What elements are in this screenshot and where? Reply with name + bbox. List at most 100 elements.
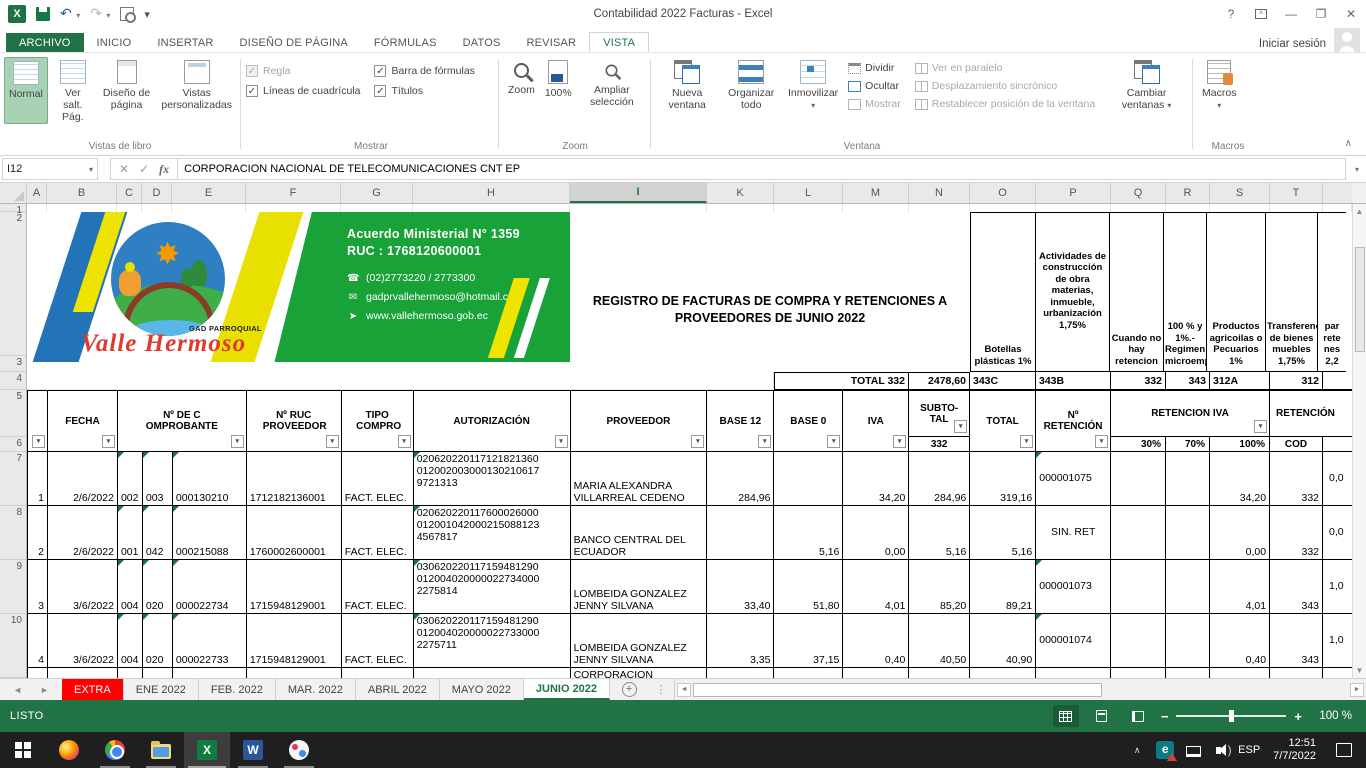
- header-base0[interactable]: BASE 0: [774, 391, 843, 452]
- subheader-cod[interactable]: COD: [1270, 437, 1323, 452]
- scroll-left-icon[interactable]: ◄: [677, 683, 691, 697]
- cell-fecha[interactable]: 2/6/2022: [48, 452, 118, 506]
- redo-button[interactable]: ↷ ▾: [90, 5, 110, 23]
- total-343c-cell[interactable]: 343C: [970, 372, 1036, 390]
- header-subtotal[interactable]: SUBTO-TAL: [909, 391, 970, 437]
- cell-total[interactable]: 89,21: [970, 560, 1036, 614]
- header-retencion[interactable]: RETENCIÓN: [1270, 391, 1352, 437]
- cell-ret30[interactable]: [1111, 614, 1166, 668]
- grid-row-1[interactable]: [27, 204, 1352, 212]
- scroll-up-icon[interactable]: ▲: [1356, 204, 1364, 219]
- row-header-4[interactable]: 4: [0, 372, 26, 390]
- page-layout-toggle[interactable]: [1089, 705, 1115, 727]
- row-header-8[interactable]: 8: [0, 506, 26, 560]
- header-autorizacion[interactable]: AUTORIZACIÓN: [414, 391, 571, 452]
- expand-formula-bar-icon[interactable]: ▾: [1348, 156, 1366, 182]
- cell-ret-partial[interactable]: 0,0: [1323, 452, 1352, 506]
- zoom-in-icon[interactable]: +: [1294, 709, 1302, 724]
- sheet-tab-abril[interactable]: ABRIL 2022: [356, 679, 440, 700]
- filter-icon[interactable]: [1254, 420, 1267, 433]
- tab-inicio[interactable]: INICIO: [84, 33, 145, 52]
- filter-icon[interactable]: [893, 435, 906, 448]
- cell-ret100[interactable]: 0,00: [1210, 506, 1270, 560]
- zoom-out-icon[interactable]: −: [1161, 709, 1169, 724]
- col-header-h[interactable]: H: [413, 183, 570, 203]
- tab-revisar[interactable]: REVISAR: [514, 33, 590, 52]
- tax-header-sin-retencion[interactable]: Cuando no hay retencion: [1109, 212, 1164, 372]
- cell-ret30[interactable]: [1111, 506, 1166, 560]
- cell-num[interactable]: 4: [28, 614, 48, 668]
- cell-ret30[interactable]: [1111, 452, 1166, 506]
- cell-tipo[interactable]: FACT. ELEC.: [342, 452, 414, 506]
- switch-windows-button[interactable]: Cambiar ventanas ▾: [1105, 57, 1188, 113]
- cell-base0[interactable]: 51,80: [774, 560, 843, 614]
- cell-ret70[interactable]: [1166, 614, 1210, 668]
- unhide-button[interactable]: Mostrar: [844, 95, 905, 113]
- tab-vista[interactable]: VISTA: [589, 32, 649, 52]
- row-header-10[interactable]: 10: [0, 614, 26, 678]
- cell-autorizacion[interactable]: 020620220117600026000 012001042000215088…: [414, 506, 571, 560]
- total-partial-cell[interactable]: [1323, 372, 1352, 390]
- sheet-nav-right-icon[interactable]: ►: [40, 685, 49, 695]
- volume-icon[interactable]: [1209, 732, 1233, 768]
- cell-base12[interactable]: [707, 506, 774, 560]
- cell-empty[interactable]: [27, 372, 774, 390]
- cell-ret70[interactable]: [1166, 452, 1210, 506]
- total-label-cell[interactable]: TOTAL 332: [774, 372, 909, 390]
- formula-bar-checkbox[interactable]: ✓Barra de fórmulas: [374, 61, 474, 81]
- cell-fecha[interactable]: 3/6/2022: [48, 614, 118, 668]
- cell-base0[interactable]: 5,16: [774, 506, 843, 560]
- cell-ruc[interactable]: 1712182136001: [247, 452, 342, 506]
- cell-ruc[interactable]: 1715948129001: [247, 560, 342, 614]
- headings-checkbox[interactable]: ✓Títulos: [374, 81, 474, 101]
- col-header-t[interactable]: T: [1270, 183, 1323, 203]
- cell-ret30[interactable]: [1111, 560, 1166, 614]
- taskbar-firefox[interactable]: [46, 732, 92, 768]
- cell-cod[interactable]: 332: [1270, 506, 1323, 560]
- cell-proveedor[interactable]: MARIA ALEXANDRA VILLARREAL CEDENO: [571, 452, 708, 506]
- cell-subtotal[interactable]: 40,50: [909, 614, 970, 668]
- col-header-b[interactable]: B: [47, 183, 117, 203]
- row-header-6[interactable]: 6: [0, 437, 26, 452]
- reset-window-position-button[interactable]: Restablecer posición de la ventana: [911, 95, 1099, 113]
- sheet-tab-mar[interactable]: MAR. 2022: [276, 679, 356, 700]
- cell-comp3[interactable]: 000022733: [173, 614, 247, 668]
- save-icon[interactable]: [36, 7, 50, 21]
- cell-comp3[interactable]: 000215088: [173, 506, 247, 560]
- subheader-100[interactable]: 100%: [1210, 437, 1270, 452]
- ribbon-display-options-button[interactable]: ˄: [1246, 3, 1276, 25]
- col-header-n[interactable]: N: [909, 183, 970, 203]
- split-button[interactable]: Dividir: [844, 59, 905, 77]
- hidden-icons-chevron[interactable]: ∧: [1125, 732, 1149, 768]
- cell-iva[interactable]: 0,40: [843, 614, 909, 668]
- tab-insertar[interactable]: INSERTAR: [144, 33, 226, 52]
- total-343-cell[interactable]: 343: [1166, 372, 1210, 390]
- formula-input[interactable]: CORPORACION NACIONAL DE TELECOMUNICACION…: [178, 158, 1346, 180]
- cell-proveedor[interactable]: LOMBEIDA GONZALEZ JENNY SILVANA: [571, 614, 708, 668]
- zoom-slider[interactable]: − +: [1161, 709, 1302, 724]
- cell-ret100[interactable]: 4,01: [1210, 560, 1270, 614]
- tab-archivo[interactable]: ARCHIVO: [6, 33, 84, 52]
- col-header-p[interactable]: P: [1036, 183, 1111, 203]
- header-base12[interactable]: BASE 12: [707, 391, 774, 452]
- filter-icon[interactable]: [326, 435, 339, 448]
- cell-ruc[interactable]: 1760002600001: [247, 506, 342, 560]
- cell-autorizacion[interactable]: 020620220117121821360 012002003000130210…: [414, 452, 571, 506]
- col-header-f[interactable]: F: [246, 183, 341, 203]
- tab-formulas[interactable]: FÓRMULAS: [361, 33, 450, 52]
- cell-iva[interactable]: 0,00: [843, 506, 909, 560]
- scroll-right-icon[interactable]: ►: [1350, 683, 1364, 697]
- cell-proveedor[interactable]: LOMBEIDA GONZALEZ JENNY SILVANA: [571, 560, 708, 614]
- tax-header-partial[interactable]: par rete nes 2,2: [1317, 212, 1346, 372]
- subheader-332[interactable]: 332: [909, 437, 970, 452]
- tax-header-botellas[interactable]: Botellas plásticas 1%: [970, 212, 1036, 372]
- macros-button[interactable]: Macros▾: [1198, 57, 1240, 113]
- cell-comp1[interactable]: 004: [118, 560, 143, 614]
- customize-qat-icon[interactable]: ▾: [144, 8, 150, 21]
- namebox-splitter[interactable]: ⋮: [98, 156, 110, 182]
- cell-ret-partial[interactable]: 1,0: [1323, 614, 1352, 668]
- sheet-tab-mayo[interactable]: MAYO 2022: [440, 679, 524, 700]
- user-avatar[interactable]: [1334, 28, 1360, 54]
- cell-ret-partial[interactable]: 0,0: [1323, 506, 1352, 560]
- help-button[interactable]: ?: [1216, 3, 1246, 25]
